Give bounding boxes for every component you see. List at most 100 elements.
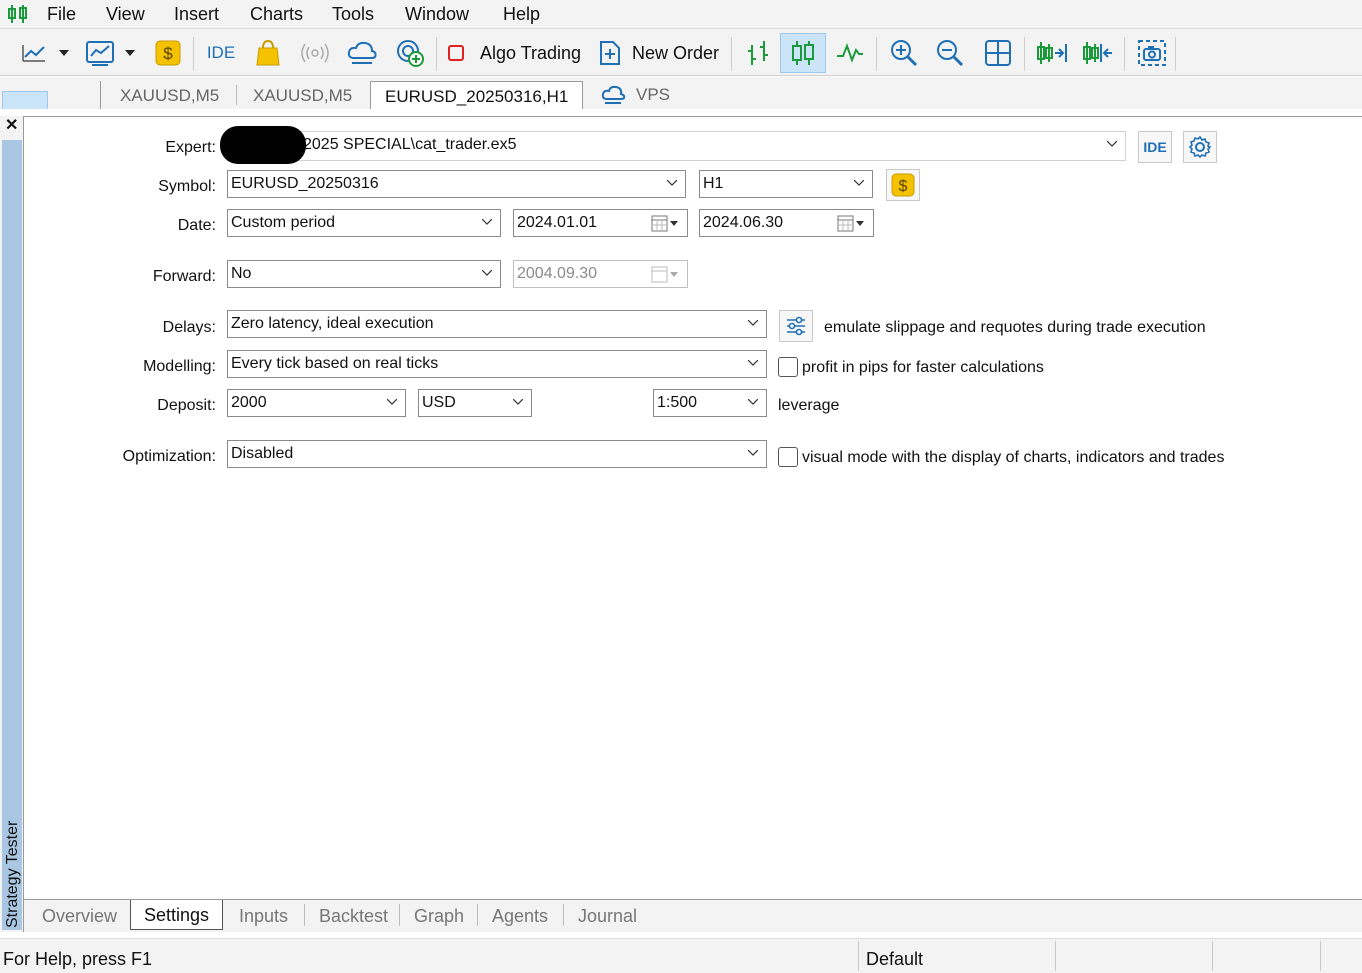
deposit-amount-select[interactable]: 2000 [227,389,406,417]
dollar-icon: $ [891,173,915,197]
settings-panel: Expert: 2025 SPECIAL\cat_trader.ex5 IDE … [24,116,1362,900]
tab-backtest[interactable]: Backtest [319,906,388,927]
chart-shift-button[interactable] [1078,35,1118,71]
profit-in-pips-checkbox[interactable] [778,357,798,377]
profiles-dropdown[interactable] [122,35,138,71]
profiles-button[interactable] [82,35,118,71]
optimization-select[interactable]: Disabled [227,440,767,468]
expert-label: Expert: [165,139,216,156]
zoom-in-button[interactable] [884,35,924,71]
ohlc-bars-icon [748,41,768,65]
toolbar-separator [1024,37,1025,71]
calendar-icon [837,215,864,232]
deposit-label: Deposit: [157,397,216,414]
menu-help[interactable]: Help [503,4,540,25]
tab-xauusd-m5-1[interactable]: XAUUSD,M5 [120,81,219,109]
chevron-down-icon [748,320,758,326]
toolbar-separator [436,37,437,71]
timeframe-select[interactable]: H1 [699,170,873,198]
strategy-tester-bar [2,140,22,930]
menu-charts[interactable]: Charts [250,4,303,25]
delays-settings-button[interactable] [779,310,813,342]
visual-mode-label: visual mode with the display of charts, … [802,449,1225,466]
tab-eurusd-h1[interactable]: EURUSD_20250316,H1 [370,81,584,109]
leverage-select[interactable]: 1:500 [653,389,767,417]
date-to-picker[interactable]: 2024.06.30 [699,209,874,237]
svg-text:$: $ [899,178,908,195]
forward-select[interactable]: No [227,260,501,288]
menu-tools[interactable]: Tools [332,4,374,25]
tab-journal[interactable]: Journal [578,906,637,927]
date-to-value: 2024.06.30 [703,214,784,231]
menu-view[interactable]: View [106,4,145,25]
add-signal-button[interactable] [392,35,428,71]
tab-vps[interactable]: VPS [600,81,670,109]
symbol-market-button[interactable]: $ [886,169,920,201]
dollar-icon: $ [155,40,181,66]
date-period-select[interactable]: Custom period [227,209,501,237]
algo-trading-button[interactable]: Algo Trading [446,35,586,71]
vps-toolbar-button[interactable] [344,35,380,71]
currency-select[interactable]: USD [418,389,532,417]
modelling-select[interactable]: Every tick based on real ticks [227,350,767,378]
visual-mode-checkbox[interactable] [778,447,798,467]
menu-bar: File View Insert Charts Tools Window Hel… [0,0,1362,28]
chevron-down-icon [854,180,864,186]
tile-windows-button[interactable] [978,35,1018,71]
expert-value: 2025 SPECIAL\cat_trader.ex5 [303,136,517,153]
menu-file[interactable]: File [47,4,76,25]
new-chart-dropdown[interactable] [56,35,72,71]
bar-chart-button[interactable] [738,35,778,71]
delays-select[interactable]: Zero latency, ideal execution [227,310,767,338]
menu-insert[interactable]: Insert [174,4,219,25]
chevron-down-icon [748,450,758,456]
gear-icon [1189,136,1211,158]
tab-xauusd-m5-2[interactable]: XAUUSD,M5 [253,81,352,109]
chevron-down-icon [482,219,492,225]
zoom-in-icon [891,40,918,67]
modelling-label: Modelling: [143,358,216,375]
ide-toolbar-button[interactable]: IDE [202,35,240,71]
date-label: Date: [177,217,216,234]
chevron-down-icon [667,180,677,186]
date-from-picker[interactable]: 2024.01.01 [513,209,688,237]
tab-agents[interactable]: Agents [492,906,548,927]
profit-in-pips-label: profit in pips for faster calculations [802,359,1044,376]
status-divider [1055,941,1056,971]
tab-divider [563,904,564,926]
line-chart-button[interactable] [830,35,870,71]
expert-select[interactable]: 2025 SPECIAL\cat_trader.ex5 [227,131,1126,161]
sliders-icon [787,316,805,336]
tab-settings[interactable]: Settings [130,900,224,930]
navigator-toggle[interactable] [2,91,48,109]
candlestick-button[interactable] [780,33,826,73]
svg-text:$: $ [163,44,173,63]
ide-label: IDE [206,43,236,62]
expert-settings-button[interactable] [1183,131,1217,163]
signals-button[interactable] [298,35,332,71]
market-bag-button[interactable] [252,35,284,71]
delays-note: emulate slippage and requotes during tra… [824,319,1206,336]
close-panel-button[interactable]: ✕ [5,115,18,135]
grid-icon [985,40,1011,66]
delays-value: Zero latency, ideal execution [231,315,434,332]
new-chart-button[interactable] [16,35,52,71]
tab-overview[interactable]: Overview [42,906,117,927]
tab-graph[interactable]: Graph [414,906,464,927]
new-order-icon [600,41,620,65]
status-bar: For Help, press F1 Default [0,938,1362,973]
ide-button[interactable]: IDE [1138,131,1172,163]
screenshot-button[interactable] [1132,35,1172,71]
symbol-select[interactable]: EURUSD_20250316 [227,170,686,198]
symbol-value: EURUSD_20250316 [231,175,379,192]
new-order-button[interactable]: New Order [598,35,722,71]
tab-inputs[interactable]: Inputs [239,906,288,927]
menu-window[interactable]: Window [405,4,469,25]
zoom-out-button[interactable] [930,35,970,71]
toolbar-separator [876,37,877,71]
symbol-label: Symbol: [158,178,216,195]
calendar-icon [651,215,678,232]
broadcast-icon [301,43,329,63]
market-button[interactable]: $ [152,35,184,71]
autoscroll-button[interactable] [1032,35,1072,71]
